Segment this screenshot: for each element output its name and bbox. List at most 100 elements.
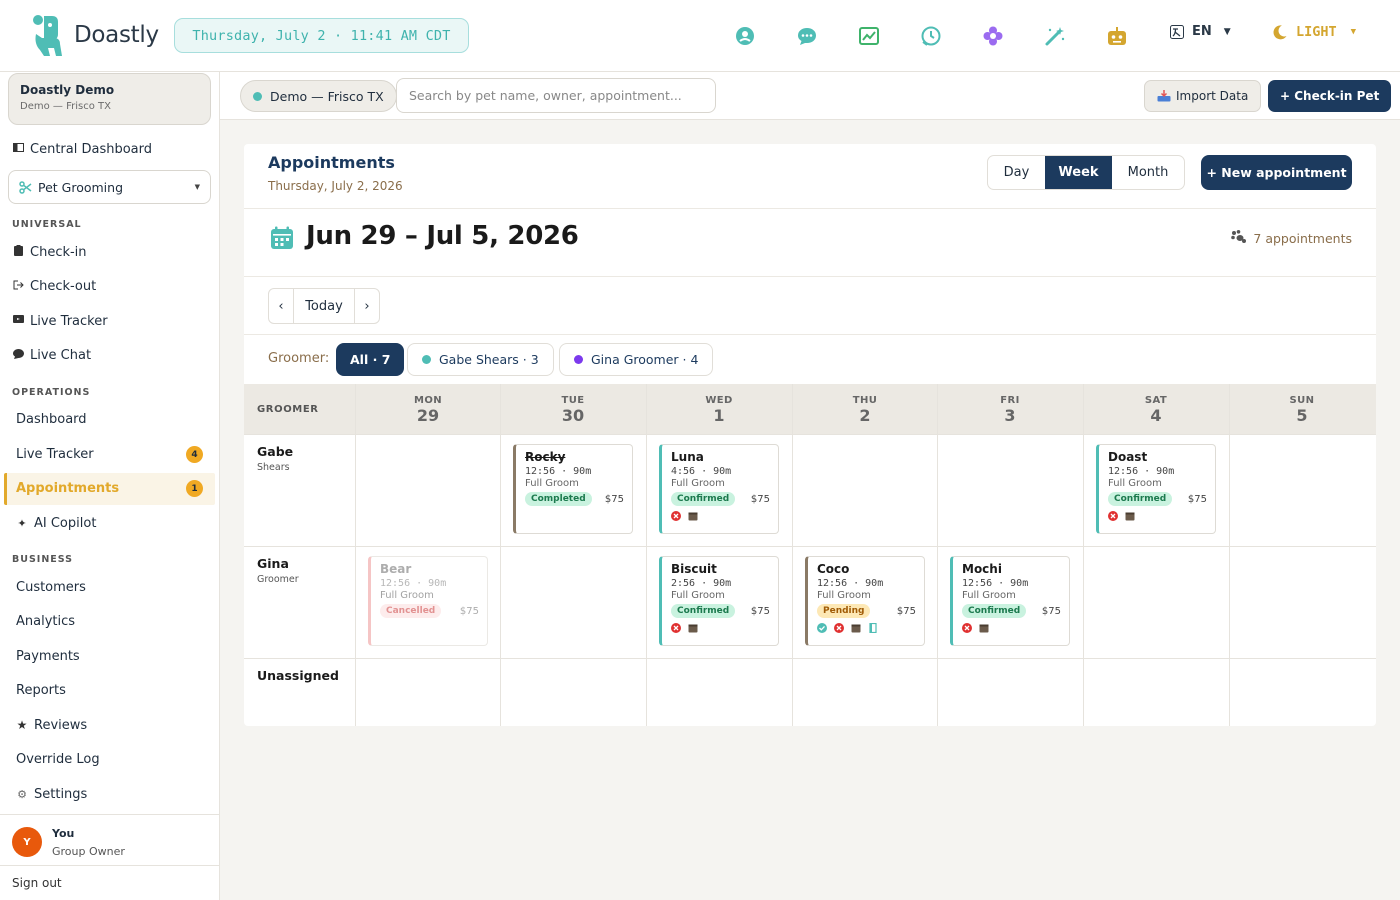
- status-badge: Cancelled: [380, 604, 442, 618]
- appointment-card[interactable]: Rocky 12:56 · 90m Full Groom Completed $…: [513, 444, 633, 534]
- module-label: Pet Grooming: [38, 179, 124, 195]
- flower-icon[interactable]: [977, 20, 1009, 52]
- import-data-button[interactable]: Import Data: [1144, 80, 1262, 112]
- sidebar-item-check-out[interactable]: Check-out: [12, 272, 212, 300]
- history-icon[interactable]: [915, 20, 947, 52]
- sign-out-link[interactable]: Sign out: [0, 865, 219, 900]
- appointment-card[interactable]: Doast 12:56 · 90m Full Groom Confirmed $…: [1096, 444, 1216, 534]
- confirm-icon[interactable]: [817, 623, 827, 633]
- appointment-card[interactable]: Luna 4:56 · 90m Full Groom Confirmed $75: [659, 444, 779, 534]
- door-icon[interactable]: [868, 623, 878, 633]
- language-selector[interactable]: EN ▼: [1170, 24, 1231, 39]
- filter-gabe-chip[interactable]: Gabe Shears · 3: [407, 343, 554, 376]
- appointment-time: 2:56 · 90m: [671, 578, 732, 589]
- calendar-action-icon[interactable]: [1125, 511, 1135, 521]
- theme-selector[interactable]: LIGHT ▼: [1272, 24, 1356, 40]
- grid-line: [355, 384, 356, 726]
- calendar-icon: [270, 226, 294, 254]
- location-selector[interactable]: Demo — Frisco TX: [240, 80, 397, 112]
- import-data-label: Import Data: [1176, 89, 1249, 103]
- search-input[interactable]: [396, 78, 716, 113]
- day-header-mon: MON 29: [413, 395, 443, 425]
- location-dot-icon: [253, 91, 262, 101]
- dog-logo-icon: [33, 15, 62, 56]
- clipboard-icon: [12, 245, 24, 259]
- sidebar-item-check-in[interactable]: Check-in: [12, 238, 212, 266]
- calendar-action-icon[interactable]: [851, 623, 861, 633]
- sidebar-item-analytics[interactable]: Analytics: [16, 614, 75, 629]
- sidebar-item-settings[interactable]: ⚙ Settings: [16, 780, 216, 808]
- magic-wand-icon[interactable]: [1039, 20, 1071, 52]
- language-label: EN: [1192, 24, 1212, 39]
- section-universal: UNIVERSAL: [12, 219, 82, 230]
- exit-icon: [12, 280, 24, 293]
- sidebar-item-ai-copilot[interactable]: ✦ AI Copilot: [16, 509, 216, 537]
- divider: [244, 208, 1376, 209]
- org-switcher[interactable]: Doastly Demo Demo — Frisco TX: [8, 73, 211, 125]
- toolbar: Demo — Frisco TX Import Data + Check-in …: [220, 72, 1400, 120]
- filter-chip-label: Gina Groomer · 4: [591, 352, 699, 367]
- dashboard-icon: [12, 143, 24, 155]
- previous-week-button[interactable]: ‹: [269, 289, 293, 323]
- status-badge: Pending: [817, 604, 871, 618]
- sidebar-item-label: Live Tracker: [30, 313, 108, 329]
- sidebar-item-reviews[interactable]: ★ Reviews: [16, 711, 216, 739]
- scissors-icon: [19, 180, 32, 194]
- moon-icon: [1273, 25, 1287, 40]
- appointments-card: Appointments Thursday, July 2, 2026 Day …: [244, 144, 1376, 726]
- chat-icon[interactable]: [791, 20, 823, 52]
- sidebar-item-live-tracker-ops[interactable]: Live Tracker: [16, 447, 94, 462]
- calendar-action-icon[interactable]: [979, 623, 989, 633]
- new-appointment-button[interactable]: + New appointment: [1201, 155, 1352, 190]
- cancel-icon[interactable]: [834, 623, 844, 633]
- calendar-action-icon[interactable]: [688, 623, 698, 633]
- appointment-card[interactable]: Bear 12:56 · 90m Full Groom Cancelled $7…: [368, 556, 488, 646]
- sidebar-item-dashboard[interactable]: Dashboard: [16, 412, 87, 427]
- appointment-pet-name: Coco: [817, 562, 850, 576]
- chat-bubble-icon: [12, 348, 24, 362]
- check-in-pet-button[interactable]: + Check-in Pet: [1268, 80, 1392, 112]
- appointment-time: 12:56 · 90m: [1108, 466, 1175, 477]
- cancel-icon[interactable]: [671, 623, 681, 633]
- view-week-button[interactable]: Week: [1045, 156, 1112, 189]
- view-day-button[interactable]: Day: [988, 156, 1045, 189]
- view-month-button[interactable]: Month: [1112, 156, 1184, 189]
- day-header-sat: SAT 4: [1144, 395, 1168, 425]
- filter-all-chip[interactable]: All · 7: [336, 343, 405, 376]
- calendar-action-icon[interactable]: [688, 511, 698, 521]
- sidebar-item-central-dashboard[interactable]: Central Dashboard: [12, 135, 212, 163]
- grid-line: [937, 384, 938, 726]
- appointment-pet-name: Doast: [1108, 450, 1148, 464]
- appointment-service: Full Groom: [817, 590, 871, 601]
- next-week-button[interactable]: ›: [355, 289, 379, 323]
- appointment-card[interactable]: Biscuit 2:56 · 90m Full Groom Confirmed …: [659, 556, 779, 646]
- robot-icon[interactable]: [1101, 20, 1133, 52]
- appointment-card[interactable]: Mochi 12:56 · 90m Full Groom Confirmed $…: [950, 556, 1070, 646]
- cancel-icon[interactable]: [1108, 511, 1118, 521]
- sidebar-item-live-tracker[interactable]: Live Tracker: [12, 307, 212, 335]
- sidebar-item-live-chat[interactable]: Live Chat: [12, 341, 212, 369]
- app-logo[interactable]: Doastly: [30, 12, 159, 58]
- status-badge: Confirmed: [671, 492, 736, 506]
- module-select[interactable]: Pet Grooming ▼: [8, 170, 211, 204]
- support-icon[interactable]: [729, 20, 761, 52]
- row-label-gina: Gina Groomer: [257, 556, 299, 585]
- sidebar-item-reports[interactable]: Reports: [16, 683, 66, 698]
- appointment-pet-name: Rocky: [525, 450, 566, 464]
- sidebar-item-override-log[interactable]: Override Log: [16, 752, 100, 767]
- user-profile[interactable]: Y You Group Owner: [0, 814, 219, 865]
- appointment-card[interactable]: Coco 12:56 · 90m Full Groom Pending $75: [805, 556, 925, 646]
- section-operations: OPERATIONS: [12, 387, 91, 398]
- status-badge: Confirmed: [1108, 492, 1173, 506]
- sidebar-item-label: AI Copilot: [34, 515, 97, 531]
- cancel-icon[interactable]: [962, 623, 972, 633]
- filter-gina-chip[interactable]: Gina Groomer · 4: [559, 343, 714, 376]
- sidebar-item-payments[interactable]: Payments: [16, 649, 80, 664]
- cancel-icon[interactable]: [671, 511, 681, 521]
- today-button[interactable]: Today: [293, 289, 355, 323]
- analytics-icon[interactable]: [853, 20, 885, 52]
- gear-icon: ⚙: [17, 787, 27, 801]
- sidebar-item-customers[interactable]: Customers: [16, 580, 86, 595]
- sidebar-item-appointments-label[interactable]: Appointments: [16, 481, 119, 496]
- grid-line: [646, 384, 647, 726]
